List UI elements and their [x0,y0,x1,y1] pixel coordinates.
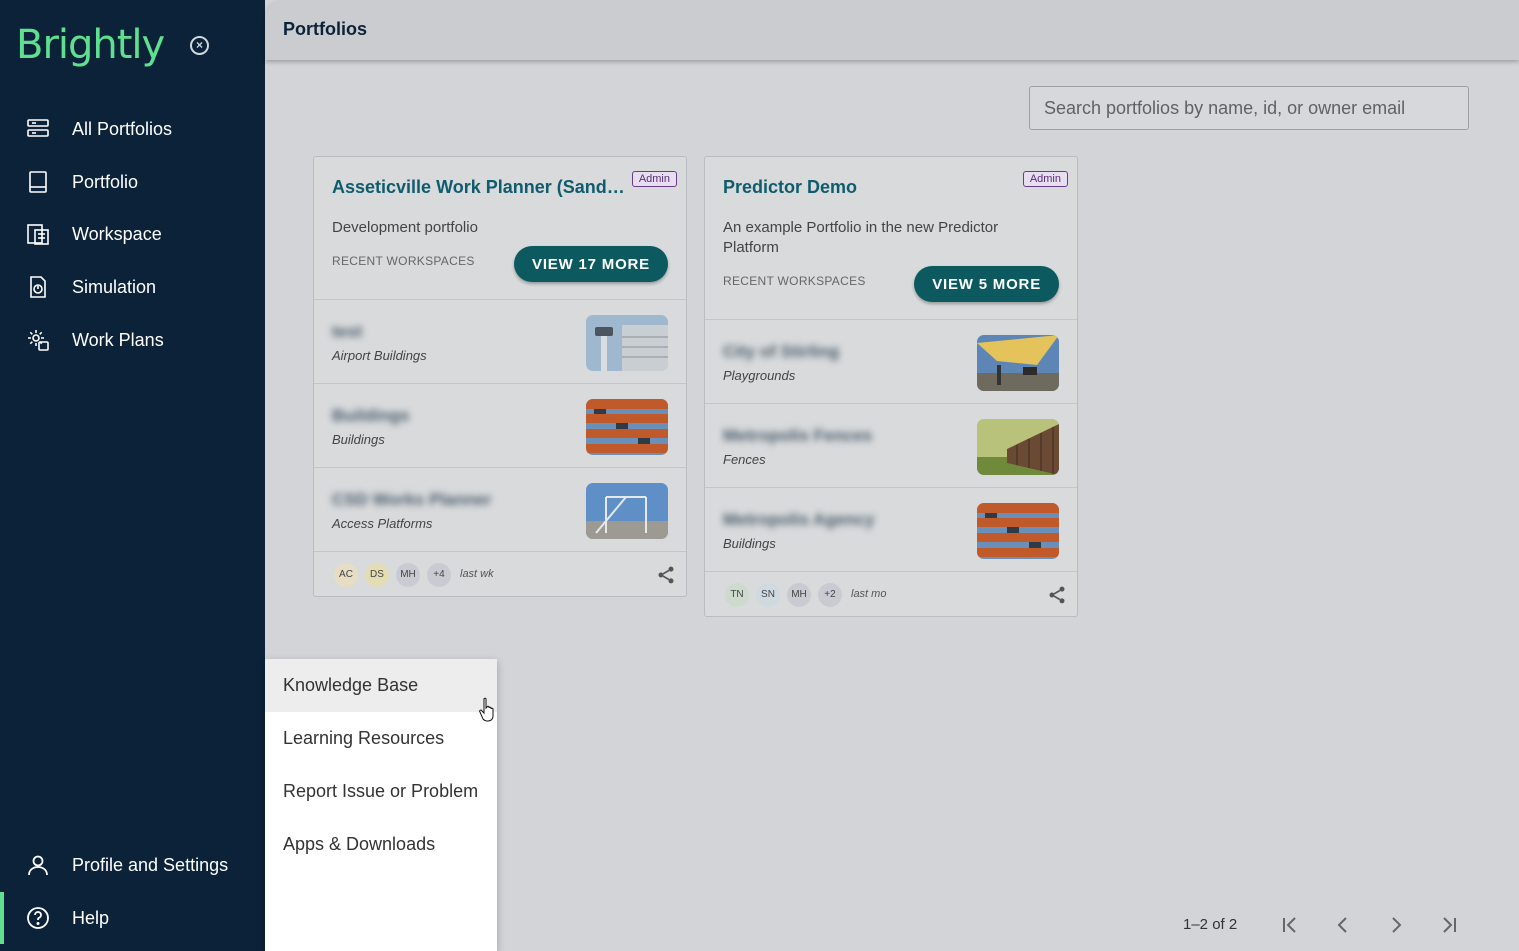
view-more-button[interactable]: VIEW 17 MORE [514,246,668,282]
recent-workspaces-label: RECENT WORKSPACES [723,274,866,288]
avatar: SN [756,583,780,607]
sidebar-item-label: Workspace [72,223,162,244]
workspace-name: Buildings [332,406,410,425]
sidebar-item-label: Work Plans [72,329,164,350]
card-footer: AC DS MH +4 last wk [314,551,686,595]
portfolios-icon [27,119,49,137]
book-icon [29,171,47,193]
portfolio-title[interactable]: Asseticville Work Planner (Sandbox) [332,177,627,198]
avatar-more: +4 [427,563,451,587]
admin-badge: Admin [1022,171,1068,187]
user-icon [28,855,48,876]
sidebar-item-label: Portfolio [72,171,139,192]
simulation-icon [30,276,46,298]
avatar: AC [334,563,358,587]
sidebar-item-all-portfolios[interactable]: All Portfolios [0,107,265,151]
recent-workspaces-label: RECENT WORKSPACES [332,254,475,268]
apartment-building-thumbnail [586,399,668,455]
workspace-row[interactable]: CSD Works Planner Access Platforms [314,467,686,551]
next-page-icon[interactable] [1384,913,1408,937]
gear-icon [28,330,49,351]
hand-cursor-icon [479,697,494,722]
shade-sail-thumbnail [977,335,1059,391]
help-menu: Knowledge Base Learning Resources Report… [265,659,497,951]
share-icon[interactable] [656,565,676,585]
workspace-type: Fences [723,452,766,467]
portfolio-card[interactable]: Predictor Demo Admin An example Portfoli… [704,156,1078,617]
avatar: MH [396,563,420,587]
workspace-name: Metropolis Agency [723,510,875,529]
avatar-more: +2 [818,583,842,607]
workspace-type: Playgrounds [723,368,796,383]
portfolio-description: An example Portfolio in the new Predicto… [723,219,999,256]
sidebar-item-help[interactable]: Help [0,892,265,944]
workspace-row[interactable]: City of Stirling Playgrounds [705,319,1077,403]
portfolio-card[interactable]: Asseticville Work Planner (Sandbox) Admi… [313,156,687,597]
last-activity: last mo [851,588,887,600]
sidebar-item-label: Help [72,907,110,928]
sidebar-item-work-plans[interactable]: Work Plans [0,318,265,362]
workspace-row[interactable]: Metropolis Agency Buildings [705,487,1077,571]
avatar: MH [787,583,811,607]
card-footer: TN SN MH +2 last mo [705,571,1077,615]
page-title: Portfolios [283,19,367,39]
sidebar-item-label: Simulation [72,276,157,297]
close-sidebar-icon[interactable]: × [190,36,209,55]
menu-item-apps-downloads[interactable]: Apps & Downloads [265,818,497,871]
portfolio-description: Development portfolio [332,219,478,236]
active-indicator [0,892,4,944]
help-icon [27,907,49,929]
share-icon[interactable] [1047,585,1067,605]
admin-badge: Admin [631,171,677,187]
portfolio-title[interactable]: Predictor Demo [723,177,857,198]
workspace-type: Access Platforms [332,516,433,531]
workspace-type: Buildings [332,432,385,447]
last-activity: last wk [460,568,494,580]
workspace-name: CSD Works Planner [332,490,492,509]
top-bar: Portfolios [265,0,1519,60]
sidebar: Brightly × All Portfolios Portfolio Work… [0,0,265,951]
sidebar-item-label: All Portfolios [72,118,173,139]
sidebar-item-simulation[interactable]: Simulation [0,265,265,309]
workspace-name: City of Stirling [723,342,840,361]
wood-fence-thumbnail [977,419,1059,475]
pagination-range: 1–2 of 2 [1183,916,1238,933]
sidebar-item-label: Profile and Settings [72,854,229,875]
previous-page-icon[interactable] [1331,913,1355,937]
workspace-row[interactable]: Metropolis Fences Fences [705,403,1077,487]
search-input[interactable] [1029,86,1469,130]
workspace-row[interactable]: Buildings Buildings [314,383,686,467]
access-platform-thumbnail [586,483,668,539]
workspace-name: test [332,322,363,341]
workspace-type: Airport Buildings [332,348,427,363]
menu-item-report-issue[interactable]: Report Issue or Problem [265,765,497,818]
apartment-building-thumbnail [977,503,1059,559]
workspace-name: Metropolis Fences [723,426,873,445]
avatar: TN [725,583,749,607]
avatar: DS [365,563,389,587]
sidebar-item-workspace[interactable]: Workspace [0,212,265,256]
sidebar-item-profile-settings[interactable]: Profile and Settings [0,843,265,887]
workspace-type: Buildings [723,536,776,551]
workspace-icon [27,224,49,245]
brightly-logo: Brightly [16,22,165,68]
airport-tower-thumbnail [586,315,668,371]
first-page-icon[interactable] [1278,913,1302,937]
last-page-icon[interactable] [1437,913,1461,937]
view-more-button[interactable]: VIEW 5 MORE [914,266,1059,302]
menu-item-knowledge-base[interactable]: Knowledge Base [265,659,497,712]
workspace-row[interactable]: test Airport Buildings [314,299,686,383]
sidebar-item-portfolio[interactable]: Portfolio [0,160,265,204]
menu-item-learning-resources[interactable]: Learning Resources [265,712,497,765]
